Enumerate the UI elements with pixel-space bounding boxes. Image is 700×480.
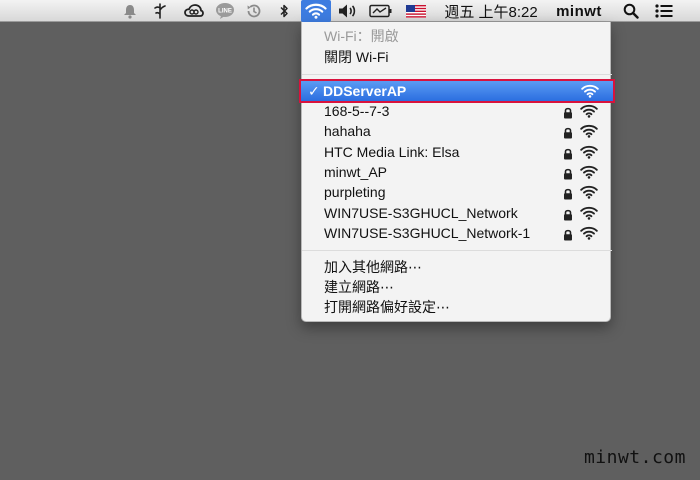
bluetooth-icon[interactable] (275, 0, 293, 22)
wifi-signal-icon (580, 206, 598, 223)
line-app-icon[interactable]: LINE (213, 0, 237, 22)
lock-icon (563, 147, 573, 163)
network-item[interactable]: WIN7USE-S3GHUCL_Network-1 (302, 223, 612, 243)
join-other-network-item[interactable]: 加入其他網路⋯ (302, 257, 612, 277)
notification-center-icon[interactable] (652, 0, 676, 22)
wifi-signal-icon (580, 185, 598, 202)
menubar-clock[interactable]: 週五 上午8:22 (438, 0, 544, 22)
wifi-menu-icon[interactable] (301, 0, 331, 22)
creative-cloud-icon[interactable] (182, 0, 206, 22)
create-network-label: 建立網路⋯ (324, 279, 394, 295)
checkmark-icon: ✓ (308, 82, 320, 99)
network-name: HTC Media Link: Elsa (324, 144, 460, 160)
network-name: WIN7USE-S3GHUCL_Network (324, 205, 518, 221)
network-item-selected[interactable]: ✓ DDServerAP (299, 79, 615, 103)
network-item[interactable]: minwt_AP (302, 162, 612, 182)
open-network-preferences-label: 打開網路偏好設定⋯ (324, 299, 450, 315)
turn-wifi-off-label: 關閉 Wi-Fi (324, 49, 389, 65)
bell-icon[interactable] (120, 0, 140, 22)
time-machine-icon[interactable] (242, 0, 266, 22)
menu-separator (302, 74, 612, 75)
menu-separator (302, 250, 612, 251)
menu-bar: LINE 週五 上午8:22 minwt (0, 0, 700, 22)
wifi-status-label: Wi-Fi：開啟 (324, 28, 399, 44)
lock-icon (563, 228, 573, 244)
us-flag-input-source-icon[interactable] (404, 0, 428, 22)
lock-icon (563, 167, 573, 183)
network-item[interactable]: 168-5--7-3 (302, 101, 612, 121)
wifi-signal-icon (581, 84, 599, 101)
network-item[interactable]: HTC Media Link: Elsa (302, 142, 612, 162)
network-name: purpleting (324, 184, 386, 200)
lock-icon (563, 208, 573, 224)
network-item[interactable]: WIN7USE-S3GHUCL_Network (302, 203, 612, 223)
wifi-signal-icon (580, 165, 598, 182)
wifi-signal-icon (580, 226, 598, 243)
network-item[interactable]: purpleting (302, 182, 612, 202)
search-icon[interactable] (620, 0, 642, 22)
svg-text:LINE: LINE (218, 9, 232, 15)
network-name: 168-5--7-3 (324, 103, 390, 119)
open-network-preferences-item[interactable]: 打開網路偏好設定⋯ (302, 297, 612, 317)
create-network-item[interactable]: 建立網路⋯ (302, 277, 612, 297)
battery-icon[interactable] (367, 0, 395, 22)
lock-icon (563, 187, 573, 203)
network-name: hahaha (324, 123, 371, 139)
wifi-dropdown-menu: Wi-Fi：開啟 關閉 Wi-Fi ✓ DDServerAP 168-5--7-3 h… (299, 22, 615, 322)
leaf-app-icon[interactable] (148, 0, 172, 22)
wifi-signal-icon (580, 124, 598, 141)
network-name: minwt_AP (324, 164, 388, 180)
menubar-user-name[interactable]: minwt (552, 0, 606, 22)
wifi-signal-icon (580, 145, 598, 162)
network-name: DDServerAP (323, 83, 407, 99)
network-name: WIN7USE-S3GHUCL_Network-1 (324, 225, 531, 241)
wifi-status-item: Wi-Fi：開啟 (302, 26, 612, 46)
join-other-network-label: 加入其他網路⋯ (324, 259, 422, 275)
lock-icon (563, 126, 573, 142)
watermark: minwt.com (583, 447, 686, 468)
wifi-signal-icon (580, 104, 598, 121)
lock-icon (563, 106, 573, 122)
network-item[interactable]: hahaha (302, 121, 612, 141)
volume-icon[interactable] (336, 0, 360, 22)
turn-wifi-off-item[interactable]: 關閉 Wi-Fi (302, 47, 612, 67)
